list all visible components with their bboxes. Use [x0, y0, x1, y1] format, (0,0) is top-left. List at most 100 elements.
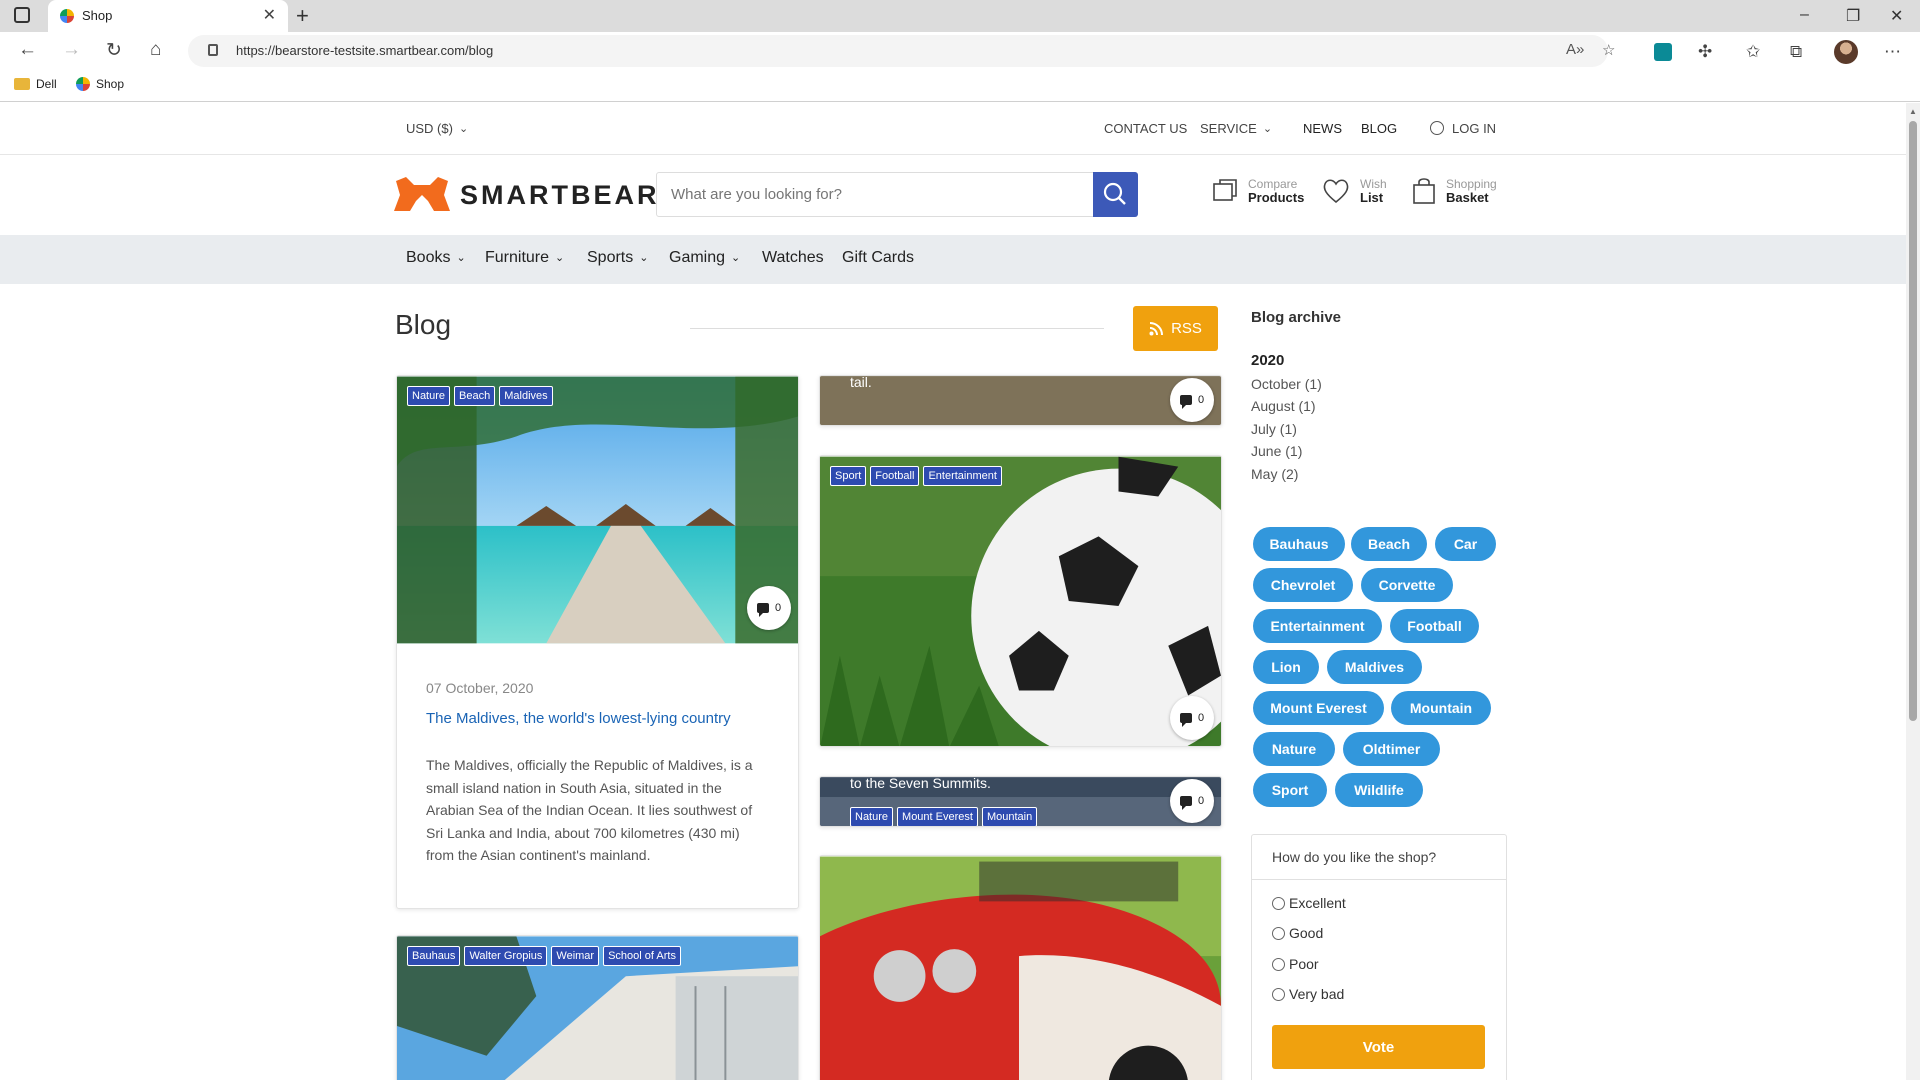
poll-option-good[interactable]: Good — [1272, 925, 1323, 941]
read-aloud-icon[interactable]: A» — [1566, 41, 1584, 58]
more-menu-icon[interactable]: ⋯ — [1884, 42, 1901, 62]
service-menu[interactable]: SERVICE ⌄ — [1200, 121, 1272, 136]
archive-month[interactable]: August (1) — [1251, 398, 1316, 414]
maldives-image[interactable] — [397, 376, 798, 644]
blog-post-card-football[interactable]: Sport Football Entertainment 0 — [819, 455, 1222, 747]
profile-avatar[interactable] — [1834, 40, 1858, 64]
blog-post-card-corvette[interactable] — [819, 855, 1222, 1080]
blog-post-card-everest[interactable]: to the Seven Summits. Nature Mount Evere… — [819, 776, 1222, 827]
nav-sports[interactable]: Sports ⌄ — [587, 249, 648, 267]
football-image[interactable] — [820, 456, 1221, 747]
blog-post-card-bauhaus[interactable]: Bauhaus Walter Gropius Weimar School of … — [396, 935, 799, 1080]
lion-image[interactable] — [820, 376, 1221, 426]
tag-pill-wildlife[interactable]: Wildlife — [1335, 773, 1423, 807]
back-icon[interactable]: ← — [18, 39, 37, 61]
smartbear-logo[interactable]: SMARTBEAR — [394, 177, 660, 213]
tag-pill-maldives[interactable]: Maldives — [1327, 650, 1422, 684]
archive-month[interactable]: October (1) — [1251, 376, 1322, 392]
tag-pill-chevrolet[interactable]: Chevrolet — [1253, 568, 1353, 602]
tag-pill-bauhaus[interactable]: Bauhaus — [1253, 527, 1345, 561]
tab-close-icon[interactable]: ✕ — [263, 5, 276, 25]
nav-gift-cards[interactable]: Gift Cards — [842, 249, 914, 267]
corvette-image[interactable] — [820, 856, 1221, 1080]
search-input[interactable] — [657, 173, 1087, 216]
tag-sport[interactable]: Sport — [830, 466, 867, 486]
tab-actions-icon[interactable] — [14, 7, 30, 23]
login-link[interactable]: LOG IN — [1430, 121, 1496, 136]
browser-tab-shop[interactable]: Shop ✕ — [48, 0, 288, 32]
radio-button[interactable] — [1272, 896, 1285, 910]
news-link[interactable]: NEWS — [1303, 121, 1342, 136]
tag-pill-beach[interactable]: Beach — [1351, 527, 1427, 561]
forward-icon[interactable]: → — [62, 39, 81, 61]
tag-beach[interactable]: Beach — [454, 386, 496, 406]
tag-pill-entertainment[interactable]: Entertainment — [1253, 609, 1382, 643]
favorites-add-icon[interactable]: ☆ — [1602, 41, 1615, 59]
scroll-up-arrow-icon[interactable]: ▲ — [1909, 107, 1917, 116]
blog-link[interactable]: BLOG — [1361, 121, 1397, 136]
address-bar[interactable]: https://bearstore-testsite.smartbear.com… — [188, 35, 1615, 67]
radio-button[interactable] — [1272, 926, 1285, 940]
tag-school-of-arts[interactable]: School of Arts — [603, 946, 681, 966]
tag-weimar[interactable]: Weimar — [551, 946, 600, 966]
comment-count-badge[interactable]: 0 — [1170, 696, 1214, 740]
nav-furniture[interactable]: Furniture ⌄ — [485, 249, 564, 267]
tag-pill-car[interactable]: Car — [1435, 527, 1496, 561]
new-tab-icon[interactable]: + — [296, 3, 309, 29]
tag-maldives[interactable]: Maldives — [499, 386, 553, 406]
comment-count-badge[interactable]: 0 — [1170, 378, 1214, 422]
scrollbar-thumb[interactable] — [1909, 121, 1917, 721]
favorites-icon[interactable]: ✩ — [1746, 42, 1760, 62]
tag-mount-everest[interactable]: Mount Everest — [897, 807, 978, 826]
wish-list-link[interactable]: Wish List — [1322, 177, 1387, 205]
shopping-basket-link[interactable]: Shopping Basket — [1412, 177, 1497, 205]
archive-month[interactable]: June (1) — [1251, 443, 1302, 459]
minimize-icon[interactable]: – — [1800, 6, 1809, 24]
tag-walter-gropius[interactable]: Walter Gropius — [464, 946, 548, 966]
vote-button[interactable]: Vote — [1272, 1025, 1485, 1069]
nav-books[interactable]: Books ⌄ — [406, 249, 466, 267]
tag-pill-mountain[interactable]: Mountain — [1391, 691, 1491, 725]
tag-pill-oldtimer[interactable]: Oldtimer — [1343, 732, 1440, 766]
reload-icon[interactable]: ↻ — [106, 39, 122, 62]
tag-pill-football[interactable]: Football — [1390, 609, 1479, 643]
archive-year[interactable]: 2020 — [1251, 352, 1284, 369]
currency-selector[interactable]: USD ($) ⌄ — [406, 121, 468, 136]
search-button[interactable] — [1093, 172, 1138, 217]
poll-option-poor[interactable]: Poor — [1272, 956, 1319, 972]
home-icon[interactable]: ⌂ — [150, 39, 161, 61]
tag-football[interactable]: Football — [870, 466, 920, 486]
tag-pill-sport[interactable]: Sport — [1253, 773, 1327, 807]
tag-nature[interactable]: Nature — [407, 386, 451, 406]
rss-button[interactable]: RSS — [1133, 306, 1218, 351]
poll-option-excellent[interactable]: Excellent — [1272, 895, 1346, 911]
archive-month[interactable]: May (2) — [1251, 466, 1298, 482]
blog-post-card-lion[interactable]: tail. 0 — [819, 375, 1222, 426]
nav-watches[interactable]: Watches — [762, 249, 824, 267]
archive-month[interactable]: July (1) — [1251, 421, 1297, 437]
comment-count-badge[interactable]: 0 — [1170, 779, 1214, 823]
bookmark-dell[interactable]: Dell — [14, 77, 57, 91]
comment-count-badge[interactable]: 0 — [747, 586, 791, 630]
poll-option-very-bad[interactable]: Very bad — [1272, 986, 1344, 1002]
post-title[interactable]: The Maldives, the world's lowest-lying c… — [426, 710, 731, 727]
blog-post-card-maldives[interactable]: Nature Beach Maldives 0 07 October, 2020… — [396, 375, 799, 909]
radio-button[interactable] — [1272, 987, 1285, 1001]
bookmark-shop[interactable]: Shop — [76, 77, 124, 91]
tag-mountain[interactable]: Mountain — [981, 807, 1038, 826]
tag-bauhaus[interactable]: Bauhaus — [407, 946, 461, 966]
tag-pill-nature[interactable]: Nature — [1253, 732, 1335, 766]
restore-icon[interactable]: ❐ — [1846, 6, 1860, 26]
radio-button[interactable] — [1272, 957, 1285, 971]
tag-entertainment[interactable]: Entertainment — [923, 466, 1002, 486]
nav-gaming[interactable]: Gaming ⌄ — [669, 249, 740, 267]
tag-pill-corvette[interactable]: Corvette — [1361, 568, 1453, 602]
close-window-icon[interactable]: ✕ — [1890, 6, 1903, 26]
page-scrollbar[interactable]: ▲ — [1906, 103, 1920, 1080]
tag-nature[interactable]: Nature — [850, 807, 894, 826]
extension-icon[interactable] — [1654, 43, 1672, 61]
tag-pill-mount-everest[interactable]: Mount Everest — [1253, 691, 1384, 725]
tag-pill-lion[interactable]: Lion — [1253, 650, 1319, 684]
contact-us-link[interactable]: CONTACT US — [1104, 121, 1187, 136]
collections-icon[interactable]: ⧉ — [1790, 42, 1802, 62]
